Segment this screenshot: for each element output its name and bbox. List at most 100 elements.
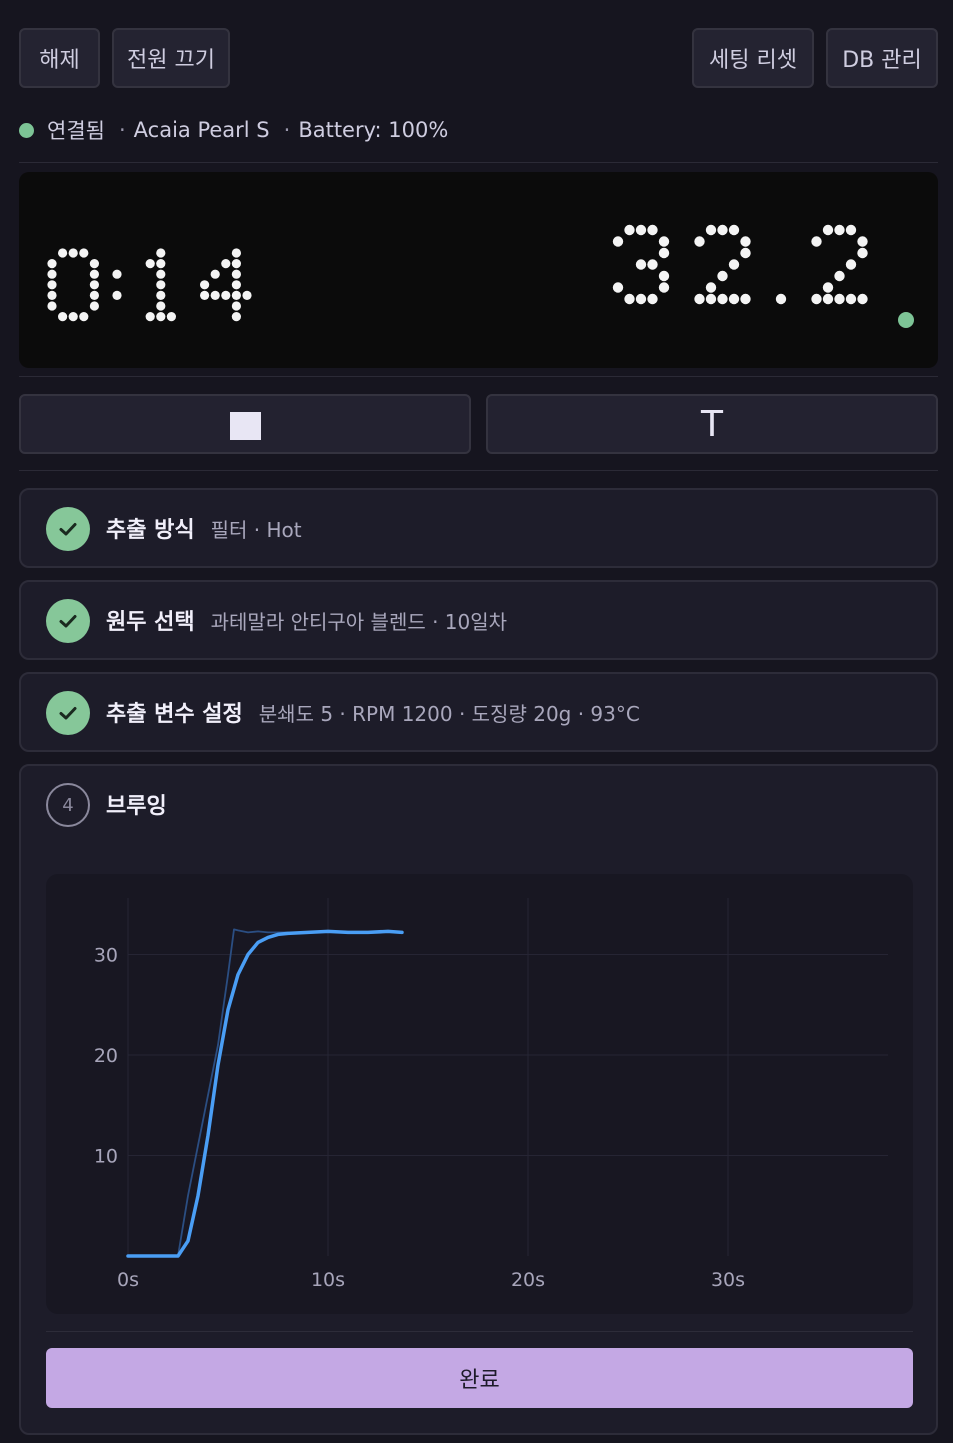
separator: · <box>118 118 126 142</box>
timer-dot <box>47 280 57 290</box>
x-axis-ticks: 0s 10s 20s 30s <box>117 1269 745 1291</box>
timer-dot <box>89 280 99 290</box>
weight-dot <box>705 293 717 305</box>
weight-dot <box>624 293 635 305</box>
timer-dot <box>166 312 176 322</box>
stop-square-icon <box>229 412 261 440</box>
step-number-badge: 4 <box>46 783 90 827</box>
weight-dot <box>717 270 728 282</box>
divider <box>19 162 938 163</box>
weight-dot <box>658 282 670 293</box>
db-manage-button[interactable]: DB 관리 <box>826 28 938 88</box>
weight-dot <box>811 236 822 247</box>
weight-stable-indicator-icon <box>898 312 914 328</box>
weight-dot <box>658 247 670 259</box>
weight-dot <box>740 236 751 247</box>
weight-dot <box>845 293 857 305</box>
step-brew-method[interactable]: 추출 방식 필터 · Hot <box>19 488 938 568</box>
timer-dot <box>145 259 155 269</box>
weight-dot <box>647 293 658 305</box>
weight-dot <box>635 259 647 270</box>
step-title: 추출 방식 필터 · Hot <box>106 490 302 566</box>
step-title: 원두 선택 과테말라 안티구아 블렌드 · 10일차 <box>106 582 507 658</box>
timer-dot <box>231 280 241 290</box>
weight-dot <box>658 270 670 282</box>
weight-dot <box>728 224 740 236</box>
weight-dot <box>717 293 728 305</box>
timer-dot <box>231 312 241 322</box>
y-tick-label: 20 <box>94 1045 118 1067</box>
step-summary: 분쇄도 5 · RPM 1200 · 도징량 20g · 93°C <box>258 701 640 726</box>
power-off-button[interactable]: 전원 끄기 <box>112 28 230 88</box>
weight-dot <box>658 236 670 247</box>
x-tick-label: 10s <box>311 1269 345 1291</box>
timer-dot <box>200 280 210 290</box>
disconnect-button[interactable]: 해제 <box>19 28 100 88</box>
timer-dot <box>47 269 57 279</box>
timer-dot <box>112 269 122 279</box>
separator: · <box>283 118 291 142</box>
timer-dot <box>242 290 252 300</box>
timer-dot <box>89 290 99 300</box>
step-bean-select[interactable]: 원두 선택 과테말라 안티구아 블렌드 · 10일차 <box>19 580 938 660</box>
timer-dot <box>68 312 78 322</box>
connection-label: 연결됨 <box>47 119 105 143</box>
step-brew-params[interactable]: 추출 변수 설정 분쇄도 5 · RPM 1200 · 도징량 20g · 93… <box>19 672 938 752</box>
step-title-text: 추출 변수 설정 <box>106 702 243 727</box>
divider <box>19 376 938 377</box>
timer-dot <box>89 301 99 311</box>
device-name: Acaia Pearl S <box>133 118 270 142</box>
done-button[interactable]: 완료 <box>46 1348 913 1408</box>
x-tick-label: 0s <box>117 1269 139 1291</box>
weight-dot <box>834 224 845 236</box>
weight-dot <box>635 224 647 236</box>
weight-dot <box>811 293 822 305</box>
step-title-text: 추출 방식 <box>106 518 195 543</box>
weight-dot <box>740 247 751 259</box>
timer-dot <box>89 269 99 279</box>
battery-level: Battery: 100% <box>298 118 449 142</box>
reset-settings-button[interactable]: 세팅 리셋 <box>692 28 814 88</box>
chart-series <box>126 928 404 1258</box>
timer-dot <box>58 248 68 258</box>
timer-dot <box>231 290 241 300</box>
timer-dot <box>210 290 220 300</box>
weight-dot <box>834 293 845 305</box>
weight-readout <box>612 224 868 305</box>
weight-dot <box>822 282 834 293</box>
timer-dot <box>231 301 241 311</box>
weight-dot <box>857 236 868 247</box>
timer-dot <box>156 290 166 300</box>
weight-dot <box>822 224 834 236</box>
check-icon <box>46 691 90 735</box>
weight-dot <box>705 282 717 293</box>
connection-indicator-icon <box>19 122 34 138</box>
timer-dot <box>47 301 57 311</box>
timer-dot <box>89 259 99 269</box>
timer-dot <box>156 280 166 290</box>
brew-app: 해제 전원 끄기 세팅 리셋 DB 관리 연결됨 · Acaia Pearl S… <box>0 0 953 1443</box>
x-tick-label: 20s <box>511 1269 545 1291</box>
step-title-text: 브루잉 <box>106 794 167 819</box>
timer-dot <box>156 259 166 269</box>
scale-display <box>19 172 938 368</box>
timer-dot <box>156 312 166 322</box>
stop-button[interactable] <box>19 394 471 454</box>
timer-dot <box>79 248 89 258</box>
timer-dot <box>231 269 241 279</box>
timer-dot <box>210 269 220 279</box>
weight-dot <box>694 236 705 247</box>
timer-dot <box>231 259 241 269</box>
x-tick-label: 30s <box>711 1269 745 1291</box>
timer-dot <box>47 259 57 269</box>
divider <box>19 470 938 471</box>
tare-label: T <box>701 403 723 445</box>
step-summary: 필터 · Hot <box>210 517 302 542</box>
timer-dot <box>112 290 122 300</box>
timer-readout <box>47 248 252 322</box>
step-summary: 과테말라 안티구아 블렌드 · 10일차 <box>210 609 508 634</box>
tare-button[interactable]: T <box>486 394 938 454</box>
weight-dot <box>635 293 647 305</box>
dot-matrix-readout <box>47 224 914 328</box>
weight-chart: 10 20 30 0s 10s 20s 30s <box>46 874 913 1314</box>
